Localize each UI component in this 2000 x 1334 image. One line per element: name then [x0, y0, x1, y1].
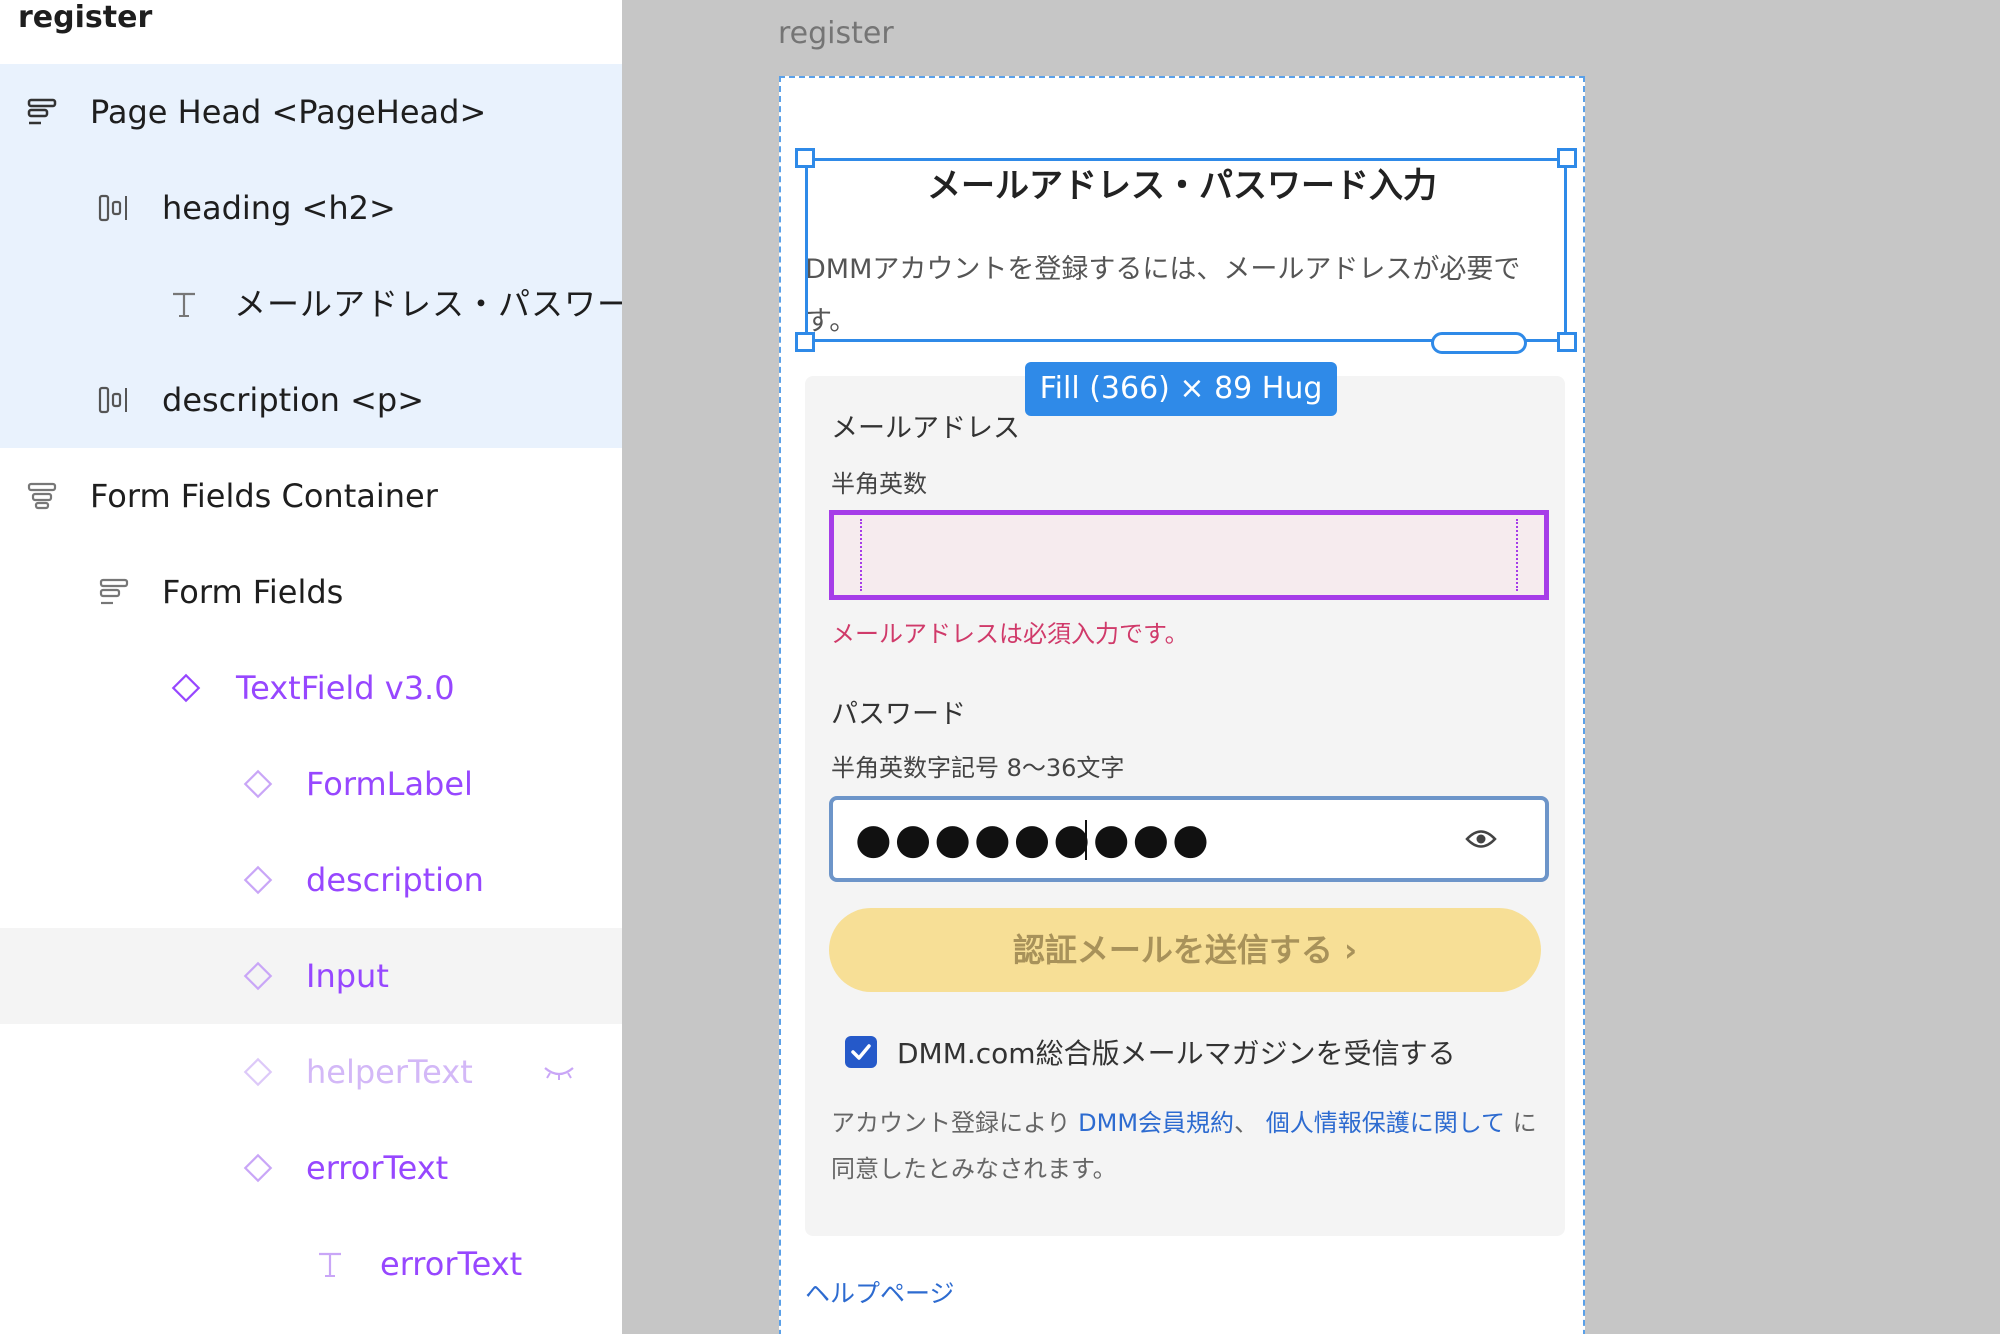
- component-instance-icon: [236, 832, 280, 928]
- terms-prefix: アカウント登録により: [831, 1109, 1079, 1137]
- component-instance-icon: [236, 928, 280, 1024]
- password-input[interactable]: ●●●●●●●●●: [829, 796, 1549, 882]
- member-terms-link[interactable]: DMM会員規約: [1078, 1109, 1234, 1137]
- resize-handle-bottom-left[interactable]: [795, 332, 815, 352]
- layer-form-fields-container[interactable]: Form Fields Container: [0, 448, 622, 544]
- layer-description-instance[interactable]: description: [0, 832, 622, 928]
- layer-label: description: [306, 861, 484, 899]
- layer-heading[interactable]: heading <h2>: [0, 160, 622, 256]
- resize-handle-top-left[interactable]: [795, 148, 815, 168]
- layer-errortext-text[interactable]: errorText: [0, 1216, 622, 1312]
- newsletter-label[interactable]: DMM.com総合版メールマガジンを受信する: [897, 1032, 1456, 1072]
- privacy-link[interactable]: 個人情報保護に関して: [1266, 1109, 1505, 1137]
- design-canvas[interactable]: register メールアドレス・パスワード入力 DMMアカウントを登録するには…: [622, 0, 2000, 1334]
- password-description: 半角英数字記号 8〜36文字: [831, 754, 1125, 782]
- newsletter-checkbox[interactable]: [845, 1036, 877, 1068]
- padding-guide: [860, 519, 862, 591]
- layer-label: Page Head <PageHead>: [90, 93, 487, 131]
- layer-textfield-instance[interactable]: TextField v3.0: [0, 640, 622, 736]
- layer-page-head[interactable]: Page Head <PageHead>: [0, 64, 622, 160]
- text-layer-icon: [162, 256, 206, 352]
- layer-label: description <p>: [162, 381, 425, 419]
- layer-label: errorText: [306, 1149, 449, 1187]
- help-page-link[interactable]: ヘルプページ: [805, 1274, 955, 1310]
- layer-description[interactable]: description <p>: [0, 352, 622, 448]
- component-instance-icon: [236, 736, 280, 832]
- layer-formlabel[interactable]: FormLabel: [0, 736, 622, 832]
- autolayout-horizontal-icon: [92, 160, 136, 256]
- layer-label: TextField v3.0: [236, 669, 455, 707]
- autolayout-vertical-icon: [20, 64, 64, 160]
- layer-label: heading <h2>: [162, 189, 396, 227]
- layer-label: errorText: [380, 1245, 523, 1283]
- register-frame[interactable]: メールアドレス・パスワード入力 DMMアカウントを登録するには、メールアドレスが…: [779, 76, 1585, 1334]
- terms-separator: 、: [1234, 1109, 1266, 1137]
- layer-errortext-instance[interactable]: errorText: [0, 1120, 622, 1216]
- email-input[interactable]: [829, 510, 1549, 600]
- resize-handle-bottom-pill[interactable]: [1431, 332, 1527, 354]
- checkmark-icon: [851, 1044, 871, 1060]
- component-instance-icon: [164, 640, 208, 736]
- layers-page-name: register: [18, 0, 153, 35]
- password-value: ●●●●●●●●●: [855, 814, 1212, 863]
- layer-label: FormLabel: [306, 765, 473, 803]
- layer-input-instance[interactable]: Input: [0, 928, 622, 1024]
- text-layer-icon: [308, 1216, 352, 1312]
- layer-helpertext-instance[interactable]: helperText: [0, 1024, 622, 1120]
- padding-guide: [1516, 519, 1518, 591]
- resize-handle-top-right[interactable]: [1557, 148, 1577, 168]
- resize-handle-bottom-right[interactable]: [1557, 332, 1577, 352]
- email-description: 半角英数: [831, 470, 927, 498]
- email-error-text: メールアドレスは必須入力です。: [831, 620, 1189, 648]
- layer-label: Form Fields: [162, 573, 344, 611]
- size-badge: Fill (366) × 89 Hug: [1025, 362, 1337, 416]
- layer-form-fields[interactable]: Form Fields: [0, 544, 622, 640]
- autolayout-vertical-icon: [20, 448, 64, 544]
- component-instance-icon: [236, 1120, 280, 1216]
- layer-label: Input: [306, 957, 389, 995]
- hidden-eye-icon[interactable]: [542, 1024, 576, 1120]
- autolayout-vertical-icon: [92, 544, 136, 640]
- eye-icon[interactable]: [1465, 800, 1497, 878]
- layer-label: helperText: [306, 1053, 473, 1091]
- component-instance-icon: [236, 1024, 280, 1120]
- send-verification-button[interactable]: 認証メールを送信する ›: [829, 908, 1541, 992]
- layers-panel: register Page Head <PageHead> heading <h…: [0, 0, 622, 1334]
- terms-text: アカウント登録により DMM会員規約、 個人情報保護に関して に同意したとみなさ…: [831, 1100, 1551, 1192]
- layer-heading-text[interactable]: メールアドレス・パスワー: [0, 256, 622, 352]
- layer-label: メールアドレス・パスワー: [234, 285, 622, 323]
- email-label: メールアドレス: [831, 413, 1020, 444]
- password-label: パスワード: [831, 699, 966, 730]
- form-card: メールアドレス 半角英数 メールアドレスは必須入力です。 パスワード 半角英数字…: [805, 376, 1565, 1236]
- layer-label: Form Fields Container: [90, 477, 438, 515]
- autolayout-horizontal-icon: [92, 352, 136, 448]
- text-caret: [1085, 820, 1087, 860]
- frame-title[interactable]: register: [778, 16, 894, 51]
- selection-box: [805, 158, 1567, 342]
